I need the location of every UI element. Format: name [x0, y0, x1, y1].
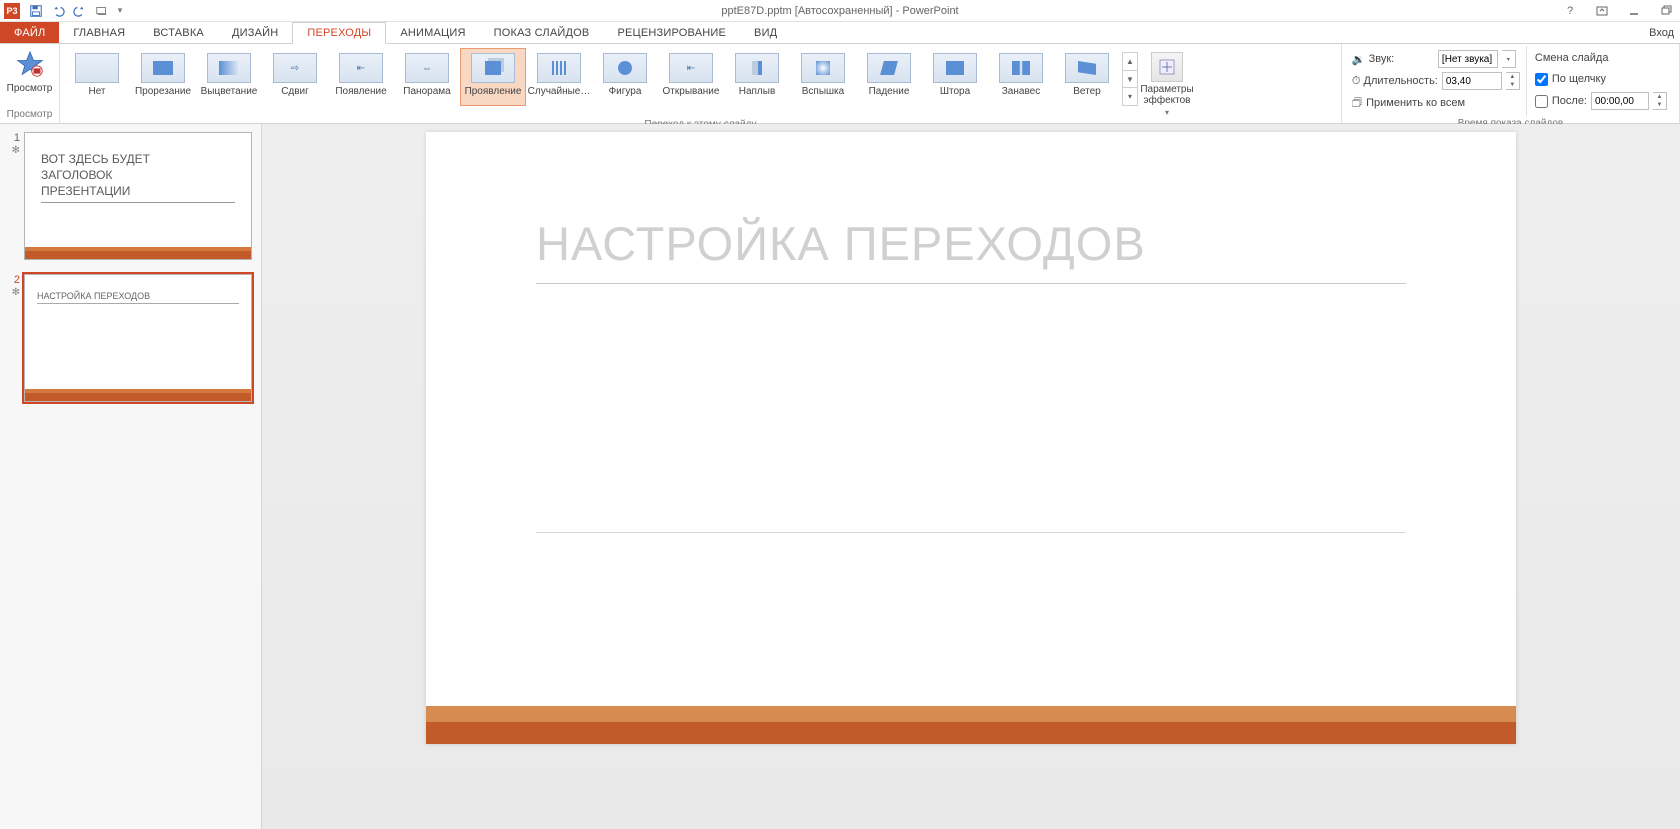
sound-select[interactable] — [1438, 50, 1498, 68]
apply-all-label: Применить ко всем — [1366, 97, 1465, 109]
transition-fall-over[interactable]: Падение — [856, 48, 922, 106]
transition-uncover[interactable]: ⇤Открывание — [658, 48, 724, 106]
slide-editor: НАСТРОЙКА ПЕРЕХОДОВ — [262, 124, 1680, 829]
group-timing: 🔉Звук: ▾ ⏱Длительность: ▲▼ 🗇 Применить к… — [1342, 44, 1680, 123]
thumb-2-number: 2 ✻ — [6, 274, 20, 402]
transition-wind[interactable]: Ветер — [1054, 48, 1120, 106]
preview-label: Просмотр — [7, 83, 53, 94]
duration-icon: ⏱ — [1352, 75, 1361, 88]
slide-title-placeholder[interactable]: НАСТРОЙКА ПЕРЕХОДОВ — [536, 216, 1406, 284]
slide-accent-bar-light — [426, 706, 1516, 722]
sound-label: Звук: — [1369, 53, 1395, 65]
sound-icon: 🔉 — [1352, 53, 1366, 66]
after-time-spinner[interactable]: ▲▼ — [1653, 92, 1667, 110]
effect-options-label: Параметры эффектов — [1140, 84, 1193, 106]
thumb-row-2: 2 ✻ НАСТРОЙКА ПЕРЕХОДОВ — [6, 274, 255, 402]
transition-drape[interactable]: Штора — [922, 48, 988, 106]
tab-transitions[interactable]: ПЕРЕХОДЫ — [292, 22, 386, 44]
quick-access-toolbar: P3 ▾ — [0, 1, 126, 21]
after-time-input[interactable] — [1591, 92, 1649, 110]
slide-thumbnails-panel: 1 ✻ ВОТ ЗДЕСЬ БУДЕТ ЗАГОЛОВОК ПРЕЗЕНТАЦИ… — [0, 124, 262, 829]
preview-star-icon — [16, 50, 44, 81]
tab-view[interactable]: ВИД — [740, 22, 791, 43]
thumb-row-1: 1 ✻ ВОТ ЗДЕСЬ БУДЕТ ЗАГОЛОВОК ПРЕЗЕНТАЦИ… — [6, 132, 255, 260]
after-label: После: — [1552, 95, 1587, 107]
group-transitions: Нет Прорезание Выцветание ⇨Сдвиг ⇤Появле… — [60, 44, 1342, 123]
group-preview: Просмотр Просмотр — [0, 44, 60, 123]
on-click-checkbox-row[interactable]: По щелчку — [1535, 69, 1667, 89]
save-icon[interactable] — [26, 1, 46, 21]
effect-options-icon — [1151, 52, 1183, 82]
gallery-more-icon[interactable]: ▾ — [1123, 88, 1137, 105]
transition-curtains[interactable]: Занавес — [988, 48, 1054, 106]
group-preview-label: Просмотр — [4, 107, 55, 123]
slide-accent-bar-dark — [426, 722, 1516, 744]
tab-design[interactable]: ДИЗАЙН — [218, 22, 292, 43]
transition-push[interactable]: ⇨Сдвиг — [262, 48, 328, 106]
minimize-icon[interactable] — [1622, 2, 1646, 20]
thumb-1-number: 1 ✻ — [6, 132, 20, 260]
transition-cover[interactable]: Наплыв — [724, 48, 790, 106]
transition-none[interactable]: Нет — [64, 48, 130, 106]
app-icon: P3 — [4, 3, 20, 19]
transition-flash[interactable]: Вспышка — [790, 48, 856, 106]
redo-icon[interactable] — [70, 1, 90, 21]
gallery-scroll-down-icon[interactable]: ▼ — [1123, 71, 1137, 89]
duration-spinner[interactable]: ▲▼ — [1506, 72, 1520, 90]
thumb-1-transition-icon: ✻ — [12, 146, 20, 156]
apply-to-all-button[interactable]: 🗇 Применить ко всем — [1352, 93, 1520, 113]
effect-options-button[interactable]: Параметры эффектов ▾ — [1138, 48, 1196, 117]
transition-wipe[interactable]: ⇤Появление — [328, 48, 394, 106]
preview-button[interactable]: Просмотр — [4, 46, 55, 94]
title-bar: P3 ▾ pptE87D.pptm [Автосохраненный] - Po… — [0, 0, 1680, 22]
start-from-beginning-icon[interactable] — [92, 1, 112, 21]
ribbon-display-icon[interactable] — [1590, 2, 1614, 20]
slide-canvas[interactable]: НАСТРОЙКА ПЕРЕХОДОВ — [426, 132, 1516, 744]
undo-icon[interactable] — [48, 1, 68, 21]
slide-subtitle-line — [536, 532, 1406, 533]
sound-dropdown-icon[interactable]: ▾ — [1502, 50, 1516, 68]
on-click-label: По щелчку — [1552, 73, 1606, 85]
duration-label: Длительность: — [1364, 75, 1438, 87]
tab-home[interactable]: ГЛАВНАЯ — [59, 22, 139, 43]
thumb-2-transition-icon: ✻ — [12, 288, 20, 298]
tab-slideshow[interactable]: ПОКАЗ СЛАЙДОВ — [480, 22, 604, 43]
transition-cut[interactable]: Прорезание — [130, 48, 196, 106]
ribbon-tabs: ФАЙЛ ГЛАВНАЯ ВСТАВКА ДИЗАЙН ПЕРЕХОДЫ АНИ… — [0, 22, 1680, 44]
window-controls: ? — [1558, 2, 1678, 20]
slide-thumbnail-1[interactable]: ВОТ ЗДЕСЬ БУДЕТ ЗАГОЛОВОК ПРЕЗЕНТАЦИИ — [24, 132, 252, 260]
transition-split[interactable]: ⇔Панорама — [394, 48, 460, 106]
ribbon: Просмотр Просмотр Нет Прорезание Выцвета… — [0, 44, 1680, 124]
transition-random-bars[interactable]: Случайные… — [526, 48, 592, 106]
tab-review[interactable]: РЕЦЕНЗИРОВАНИЕ — [603, 22, 740, 43]
after-checkbox[interactable] — [1535, 95, 1548, 108]
gallery-scroll: ▲ ▼ ▾ — [1122, 52, 1138, 106]
tab-animation[interactable]: АНИМАЦИЯ — [386, 22, 479, 43]
restore-icon[interactable] — [1654, 2, 1678, 20]
duration-input[interactable] — [1442, 72, 1502, 90]
on-click-checkbox[interactable] — [1535, 73, 1548, 86]
transition-shape[interactable]: Фигура — [592, 48, 658, 106]
sign-in-link[interactable]: Вход — [1649, 22, 1674, 43]
window-title: pptE87D.pptm [Автосохраненный] - PowerPo… — [721, 5, 958, 17]
transitions-gallery: Нет Прорезание Выцветание ⇨Сдвиг ⇤Появле… — [64, 46, 1196, 117]
advance-slide-title: Смена слайда — [1535, 49, 1667, 67]
tab-file[interactable]: ФАЙЛ — [0, 22, 59, 43]
apply-all-icon: 🗇 — [1352, 94, 1362, 113]
slide-thumbnail-2[interactable]: НАСТРОЙКА ПЕРЕХОДОВ — [24, 274, 252, 402]
help-icon[interactable]: ? — [1558, 2, 1582, 20]
workspace: 1 ✻ ВОТ ЗДЕСЬ БУДЕТ ЗАГОЛОВОК ПРЕЗЕНТАЦИ… — [0, 124, 1680, 829]
transition-fade[interactable]: Выцветание — [196, 48, 262, 106]
gallery-scroll-up-icon[interactable]: ▲ — [1123, 53, 1137, 71]
transition-reveal[interactable]: Проявление — [460, 48, 526, 106]
qat-dropdown-icon[interactable]: ▾ — [114, 1, 126, 21]
tab-insert[interactable]: ВСТАВКА — [139, 22, 218, 43]
